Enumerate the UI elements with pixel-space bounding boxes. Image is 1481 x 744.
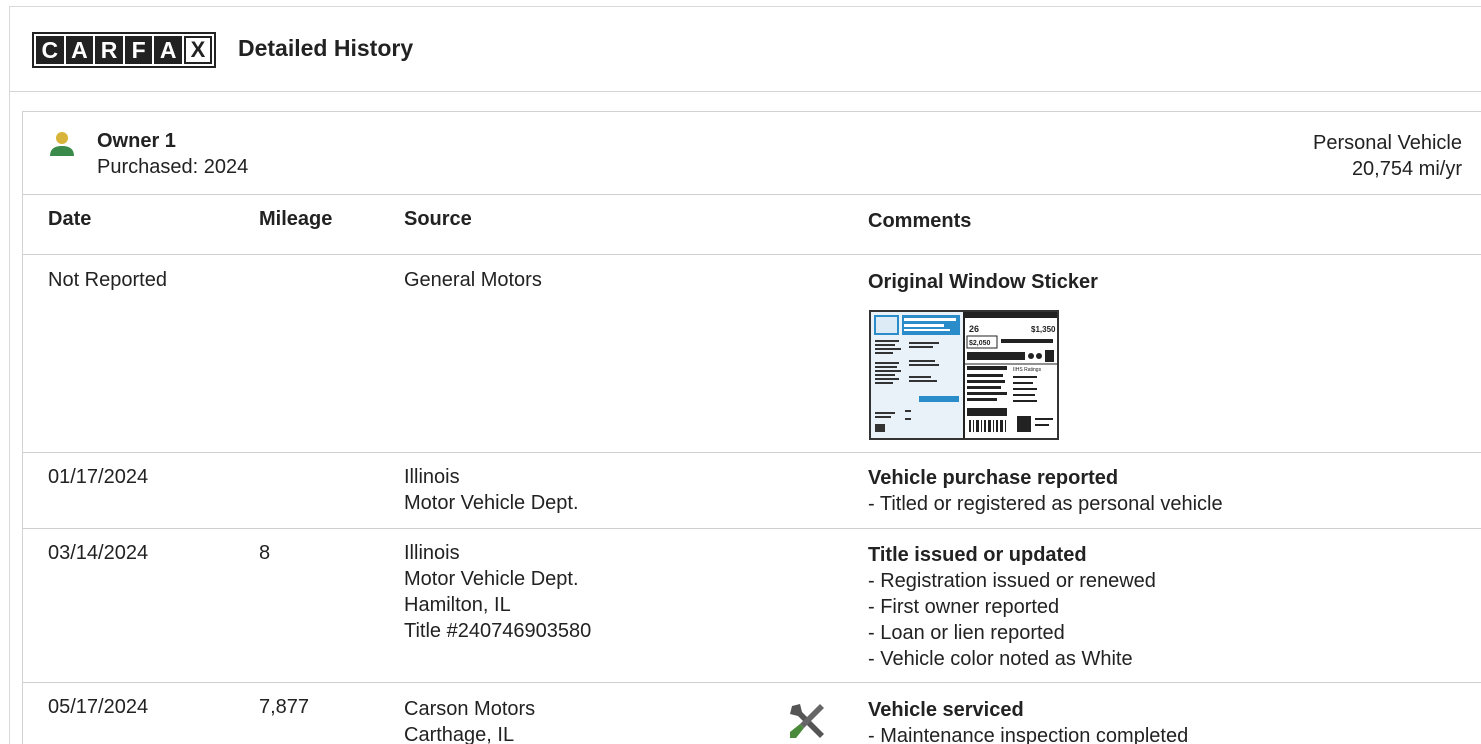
- row-comments: Vehicle serviced - Maintenance inspectio…: [868, 699, 1189, 744]
- row-source: General Motors: [404, 269, 542, 291]
- window-sticker-thumbnail[interactable]: 26 $1,350 $2,050 IIHS Ratings: [869, 310, 1059, 440]
- page-title: Detailed History: [238, 35, 414, 61]
- history-panel: C A R F A X Detailed History Owner 1 Pur…: [9, 6, 1481, 744]
- divider: [23, 452, 1481, 453]
- divider: [23, 528, 1481, 529]
- wrench-screwdriver-icon: [790, 704, 824, 738]
- row-comments: Title issued or updated - Registration i…: [868, 544, 1156, 670]
- divider: [23, 682, 1481, 683]
- owner-vehicle-type: Personal Vehicle: [1313, 132, 1462, 154]
- header-divider: [10, 91, 1481, 92]
- row-mileage: 8: [259, 542, 271, 564]
- row-source: Carson Motors Carthage, IL: [404, 698, 536, 744]
- carfax-logo: C A R F A X: [32, 32, 216, 68]
- row-comment-title: Original Window Sticker: [868, 271, 1098, 293]
- window-sticker-image: 26 $1,350 $2,050 IIHS Ratings: [871, 312, 1057, 438]
- row-source: Illinois Motor Vehicle Dept.: [404, 466, 579, 514]
- column-header-source: Source: [404, 208, 472, 230]
- row-date: 01/17/2024: [48, 466, 149, 488]
- header: C A R F A X Detailed History: [10, 7, 1481, 93]
- owner-purchased: Purchased: 2024: [97, 156, 249, 178]
- row-comments: Vehicle purchase reported - Titled or re…: [868, 467, 1223, 515]
- column-header-comments: Comments: [868, 210, 972, 232]
- row-source: Illinois Motor Vehicle Dept. Hamilton, I…: [404, 542, 592, 642]
- column-header-date: Date: [48, 208, 92, 230]
- row-date: 05/17/2024: [48, 696, 149, 718]
- owner-card: Owner 1 Purchased: 2024 Personal Vehicle…: [22, 111, 1481, 744]
- sticker-ratings-label: IIHS Ratings: [1013, 367, 1042, 373]
- person-icon: [50, 132, 74, 156]
- owner-miles-per-year: 20,754 mi/yr: [1351, 158, 1462, 180]
- divider: [23, 194, 1481, 195]
- row-date: Not Reported: [48, 269, 167, 291]
- row-mileage: 7,877: [259, 696, 310, 718]
- sticker-mpg: 26: [969, 324, 979, 334]
- owner-name: Owner 1: [97, 130, 176, 152]
- column-header-mileage: Mileage: [259, 208, 333, 230]
- sticker-spend: $2,050: [969, 340, 991, 347]
- divider: [23, 254, 1481, 255]
- sticker-save: $1,350: [1031, 325, 1056, 334]
- row-date: 03/14/2024: [48, 542, 149, 564]
